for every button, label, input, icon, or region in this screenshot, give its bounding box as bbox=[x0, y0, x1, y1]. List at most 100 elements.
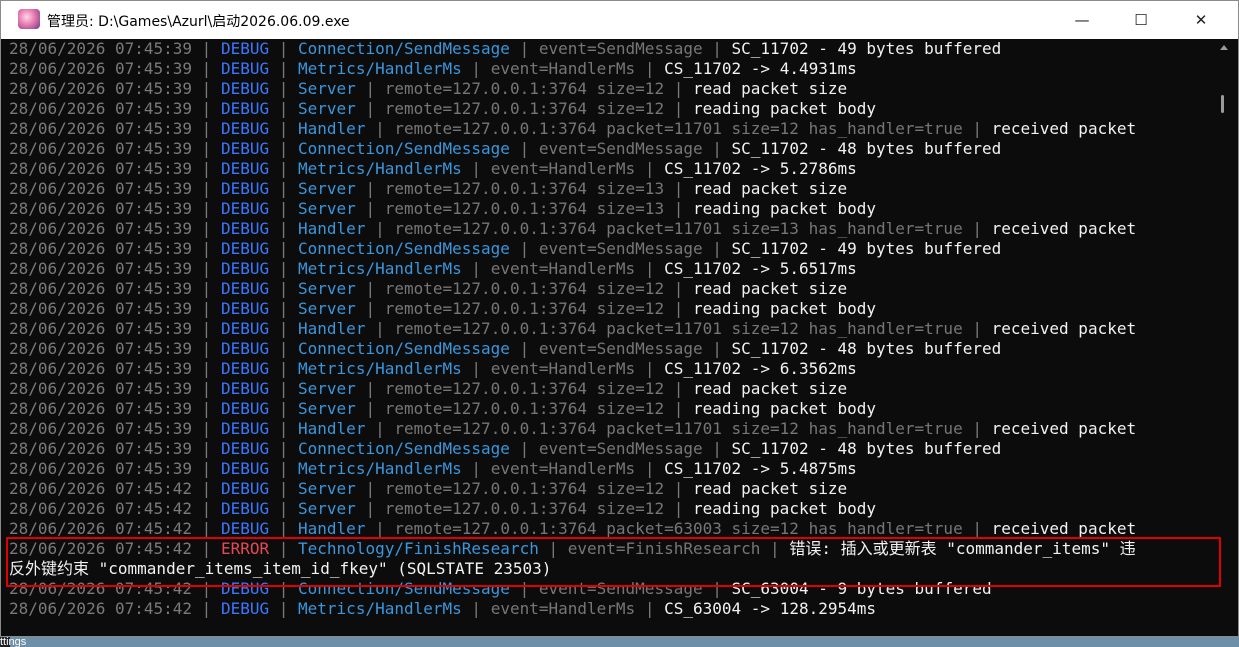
log-line: 28/06/2026 07:45:39 | DEBUG | Server | r… bbox=[9, 199, 1209, 219]
log-message: reading packet body bbox=[692, 499, 877, 518]
log-separator: | bbox=[269, 279, 299, 298]
log-fields: remote=127.0.0.1:3764 size=12 bbox=[384, 79, 665, 98]
log-line: 28/06/2026 07:45:42 | DEBUG | Server | r… bbox=[9, 499, 1209, 519]
log-level: DEBUG bbox=[220, 319, 270, 338]
log-separator: | bbox=[269, 419, 299, 438]
log-separator: | bbox=[192, 259, 221, 278]
log-separator: | bbox=[635, 459, 665, 478]
log-separator: | bbox=[269, 219, 299, 238]
log-timestamp: 28/06/2026 07:45:42 bbox=[9, 519, 193, 538]
log-line: 28/06/2026 07:45:39 | DEBUG | Metrics/Ha… bbox=[9, 459, 1209, 479]
log-timestamp: 28/06/2026 07:45:39 bbox=[9, 199, 193, 218]
log-separator: | bbox=[269, 99, 299, 118]
log-fields: remote=127.0.0.1:3764 packet=63003 size=… bbox=[394, 519, 963, 538]
log-line: 28/06/2026 07:45:39 | DEBUG | Server | r… bbox=[9, 279, 1209, 299]
maximize-button[interactable]: ☐ bbox=[1112, 1, 1170, 39]
console-output[interactable]: 28/06/2026 07:45:39 | DEBUG | Connection… bbox=[9, 39, 1209, 635]
log-level: DEBUG bbox=[220, 399, 270, 418]
log-source: Technology/FinishResearch bbox=[298, 539, 539, 558]
log-separator: | bbox=[664, 279, 693, 298]
log-separator: | bbox=[269, 479, 299, 498]
desktop-label: ttings bbox=[0, 637, 27, 647]
log-separator: | bbox=[192, 539, 221, 558]
log-source: Connection/SendMessage bbox=[298, 239, 510, 258]
log-line: 28/06/2026 07:45:39 | DEBUG | Connection… bbox=[9, 439, 1209, 459]
log-timestamp: 28/06/2026 07:45:39 bbox=[9, 279, 193, 298]
log-fields: event=HandlerMs bbox=[490, 459, 636, 478]
log-message: reading packet body bbox=[692, 299, 877, 318]
log-source: Server bbox=[298, 279, 356, 298]
log-separator: | bbox=[269, 459, 299, 478]
log-separator: | bbox=[962, 119, 992, 138]
log-separator: | bbox=[355, 399, 385, 418]
log-separator: | bbox=[269, 179, 299, 198]
log-fields: remote=127.0.0.1:3764 packet=11701 size=… bbox=[394, 319, 963, 338]
log-separator: | bbox=[192, 119, 221, 138]
log-source: Metrics/HandlerMs bbox=[298, 599, 462, 618]
log-line: 28/06/2026 07:45:39 | DEBUG | Metrics/Ha… bbox=[9, 259, 1209, 279]
log-level: DEBUG bbox=[220, 359, 270, 378]
log-message: received packet bbox=[991, 519, 1137, 538]
log-level: DEBUG bbox=[220, 159, 270, 178]
log-message: read packet size bbox=[692, 479, 848, 498]
log-separator: | bbox=[192, 99, 221, 118]
log-level: DEBUG bbox=[220, 59, 270, 78]
log-separator: | bbox=[269, 379, 299, 398]
scroll-up-arrow-icon[interactable] bbox=[1220, 45, 1228, 50]
log-timestamp: 28/06/2026 07:45:39 bbox=[9, 299, 193, 318]
log-separator: | bbox=[192, 219, 221, 238]
log-separator: | bbox=[355, 79, 385, 98]
log-message: CS_11702 -> 5.2786ms bbox=[664, 159, 857, 178]
log-fields: event=SendMessage bbox=[538, 239, 703, 258]
log-source: Handler bbox=[298, 419, 366, 438]
log-line: 28/06/2026 07:45:39 | DEBUG | Handler | … bbox=[9, 119, 1209, 139]
log-timestamp: 28/06/2026 07:45:39 bbox=[9, 99, 193, 118]
log-separator: | bbox=[269, 319, 299, 338]
log-level: DEBUG bbox=[220, 219, 270, 238]
log-source: Connection/SendMessage bbox=[298, 139, 510, 158]
log-separator: | bbox=[635, 159, 665, 178]
log-separator: | bbox=[192, 179, 221, 198]
log-source: Connection/SendMessage bbox=[298, 439, 510, 458]
log-level: DEBUG bbox=[220, 439, 270, 458]
log-line: 28/06/2026 07:45:42 | DEBUG | Handler | … bbox=[9, 519, 1209, 539]
scroll-thumb[interactable] bbox=[1221, 95, 1224, 113]
log-separator: | bbox=[664, 99, 693, 118]
log-separator: | bbox=[355, 99, 385, 118]
log-separator: | bbox=[355, 499, 385, 518]
log-fields: event=SendMessage bbox=[538, 579, 703, 598]
log-timestamp: 28/06/2026 07:45:39 bbox=[9, 59, 193, 78]
log-level: DEBUG bbox=[220, 79, 270, 98]
log-separator: | bbox=[461, 59, 491, 78]
log-separator: | bbox=[269, 339, 299, 358]
scrollbar[interactable] bbox=[1211, 39, 1238, 636]
log-source: Connection/SendMessage bbox=[298, 339, 510, 358]
log-separator: | bbox=[192, 159, 221, 178]
log-level: DEBUG bbox=[220, 599, 270, 618]
title-bar[interactable]: 管理员: D:\Games\Azurl\启动2026.06.09.exe — ☐… bbox=[1, 1, 1238, 39]
log-source: Metrics/HandlerMs bbox=[298, 159, 462, 178]
log-separator: | bbox=[269, 39, 299, 58]
log-separator: | bbox=[365, 419, 395, 438]
log-separator: | bbox=[192, 199, 221, 218]
log-separator: | bbox=[355, 179, 385, 198]
log-fields: remote=127.0.0.1:3764 size=12 bbox=[384, 499, 665, 518]
log-separator: | bbox=[664, 299, 693, 318]
minimize-button[interactable]: — bbox=[1053, 1, 1111, 39]
log-message: SC_11702 - 48 bytes buffered bbox=[731, 439, 1002, 458]
log-separator: | bbox=[192, 359, 221, 378]
log-message: received packet bbox=[991, 319, 1137, 338]
log-separator: | bbox=[192, 599, 221, 618]
log-separator: | bbox=[355, 479, 385, 498]
log-separator: | bbox=[269, 239, 299, 258]
log-timestamp: 28/06/2026 07:45:39 bbox=[9, 439, 193, 458]
log-timestamp: 28/06/2026 07:45:39 bbox=[9, 339, 193, 358]
log-message: CS_11702 -> 5.6517ms bbox=[664, 259, 857, 278]
log-separator: | bbox=[192, 459, 221, 478]
log-separator: | bbox=[461, 259, 491, 278]
log-timestamp: 28/06/2026 07:45:39 bbox=[9, 79, 193, 98]
close-button[interactable]: ✕ bbox=[1172, 1, 1230, 39]
log-separator: | bbox=[269, 199, 299, 218]
log-fields: event=HandlerMs bbox=[490, 599, 636, 618]
log-source: Server bbox=[298, 479, 356, 498]
